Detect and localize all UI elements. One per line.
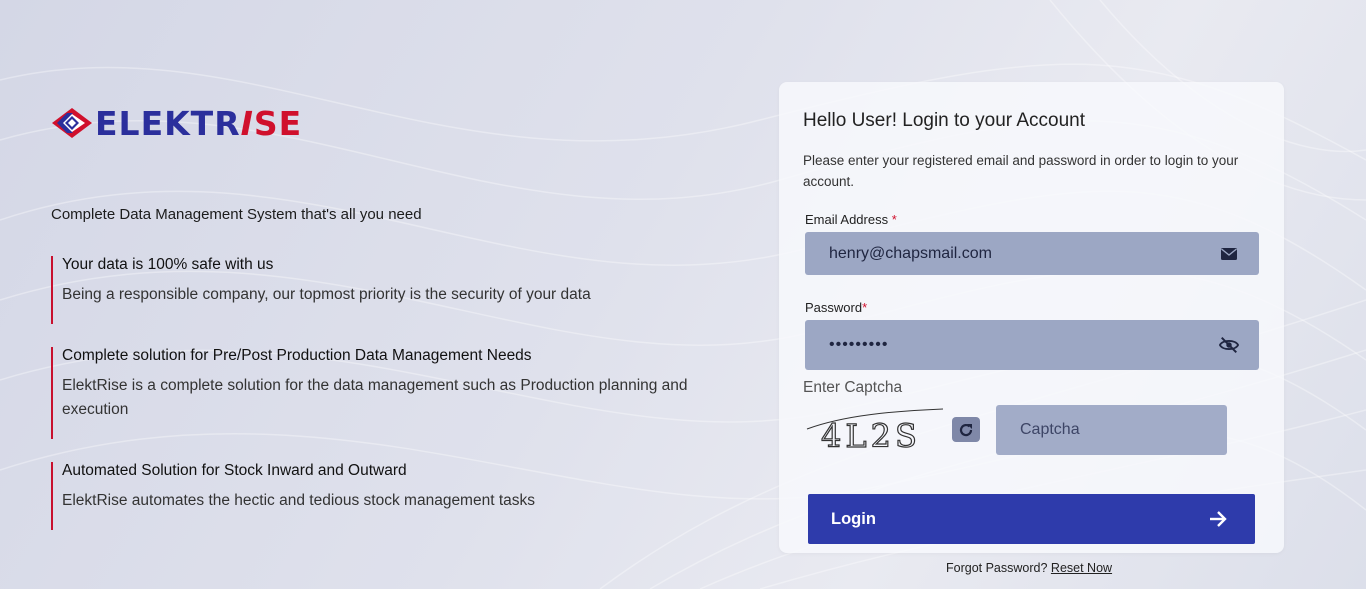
- captcha-image: 4L2S: [806, 408, 944, 453]
- feature-title: Automated Solution for Stock Inward and …: [62, 462, 407, 479]
- forgot-password-text: Forgot Password?: [946, 561, 1048, 575]
- brand-logo: ELEKTRISE: [51, 100, 691, 146]
- login-button[interactable]: Login: [808, 494, 1255, 544]
- feature-text: ElektRise is a complete solution for the…: [62, 377, 688, 418]
- feature-item: Complete solution for Pre/Post Productio…: [51, 347, 691, 439]
- captcha-label: Enter Captcha: [803, 379, 903, 396]
- brand-name: ELEKTRISE: [95, 107, 302, 140]
- feature-text: ElektRise automates the hectic and tedio…: [62, 492, 535, 509]
- captcha-text: 4L2S: [821, 417, 921, 453]
- reset-now-link[interactable]: Reset Now: [1051, 561, 1112, 575]
- login-card: Hello User! Login to your Account Please…: [779, 82, 1284, 553]
- login-subtitle: Please enter your registered email and p…: [803, 153, 1239, 189]
- login-title: Hello User! Login to your Account: [803, 110, 1085, 131]
- email-field[interactable]: [805, 232, 1259, 275]
- password-label: Password*: [805, 300, 867, 315]
- brand-name-part2: I: [240, 103, 254, 143]
- tagline: Complete Data Management System that's a…: [51, 206, 422, 223]
- email-label-text: Email Address: [805, 212, 889, 227]
- intro-panel: ELEKTRISE Complete Data Management Syste…: [51, 100, 691, 530]
- brand-name-part3: SE: [253, 103, 303, 143]
- captcha-input[interactable]: [1020, 421, 1203, 439]
- email-label: Email Address *: [805, 212, 897, 227]
- required-mark: *: [862, 300, 868, 315]
- feature-item: Automated Solution for Stock Inward and …: [51, 462, 691, 530]
- forgot-password: Forgot Password? Reset Now: [946, 561, 1112, 575]
- required-mark: *: [891, 212, 897, 227]
- eye-slash-icon[interactable]: [1219, 335, 1239, 355]
- feature-title: Complete solution for Pre/Post Productio…: [62, 347, 532, 364]
- refresh-captcha-button[interactable]: [952, 417, 980, 442]
- envelope-icon: [1219, 244, 1239, 264]
- password-label-text: Password: [805, 300, 863, 315]
- email-input[interactable]: [829, 244, 1219, 263]
- captcha-field[interactable]: [996, 405, 1227, 455]
- logo-mark-icon: [52, 108, 92, 138]
- feature-item: Your data is 100% safe with us Being a r…: [51, 256, 691, 324]
- feature-title: Your data is 100% safe with us: [62, 256, 274, 273]
- feature-text: Being a responsible company, our topmost…: [62, 286, 591, 303]
- password-input[interactable]: [829, 336, 1219, 354]
- refresh-icon: [959, 423, 973, 436]
- arrow-right-icon: [1210, 511, 1227, 527]
- brand-name-part1: ELEKTR: [95, 103, 241, 143]
- login-button-label: Login: [831, 509, 876, 528]
- password-field[interactable]: [805, 320, 1259, 370]
